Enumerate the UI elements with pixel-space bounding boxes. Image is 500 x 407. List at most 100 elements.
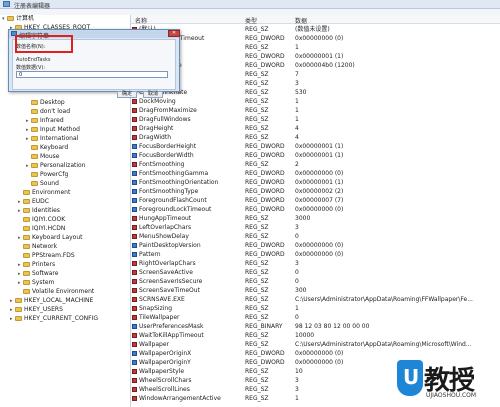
value-type-cell: REG_SZ <box>245 296 269 303</box>
value-type-cell: REG_SZ <box>245 98 269 105</box>
tree-item[interactable]: ▸ International <box>26 135 78 143</box>
value-row[interactable]: ActiveWndTrkTimeoutREG_DWORD0x00000000 (… <box>131 34 500 43</box>
tree-item[interactable]: IQIYI.HCDN <box>18 225 65 233</box>
value-row[interactable]: HungAppTimeout REG_SZ 3000 <box>131 214 500 223</box>
value-type-cell: REG_DWORD <box>245 62 285 69</box>
tree-item-label: Desktop <box>40 99 65 106</box>
tree-item[interactable]: Sound <box>26 180 59 188</box>
value-row[interactable]: FontSmoothingOrientation REG_DWORD 0x00000… <box>131 178 500 187</box>
value-name-cell: ScreenSaveTimeOut <box>132 286 244 295</box>
tree-item-label: System <box>32 279 55 286</box>
value-row[interactable]: FontSmoothingType REG_DWORD 0x00000002 (2) <box>131 187 500 196</box>
tree-item[interactable]: ▸ HKEY_USERS <box>10 306 63 314</box>
value-row[interactable]: LeftOverlapChars REG_SZ 3 <box>131 223 500 232</box>
value-type-cell: REG_SZ <box>245 233 269 240</box>
value-name-text: WallpaperOriginX <box>139 350 192 357</box>
value-row[interactable]: DragFromMaximize REG_SZ 1 <box>131 106 500 115</box>
value-name-cell: RightOverlapChars <box>132 259 244 268</box>
binary-value-icon <box>132 171 137 176</box>
tree-item[interactable]: ▸ System <box>18 279 54 287</box>
tree-item[interactable]: Network <box>18 243 57 251</box>
tree-item[interactable]: ▸ Printers <box>18 261 55 269</box>
value-row[interactable]: DragHeight REG_SZ 4 <box>131 124 500 133</box>
value-row[interactable]: UserPreferencesMask REG_BINARY 98 12 03 80… <box>131 322 500 331</box>
string-value-icon <box>132 108 137 113</box>
folder-icon <box>31 118 38 123</box>
value-row[interactable]: WallpaperOriginX REG_DWORD 0x00000000 (0) <box>131 349 500 358</box>
value-name-text: DragFromMaximize <box>139 107 197 114</box>
tree-item[interactable]: PowerCfg <box>26 171 68 179</box>
tree-item[interactable]: ▸ HKEY_CURRENT_CONFIG <box>10 315 98 323</box>
tree-item[interactable]: ▸ Input Method <box>26 126 80 134</box>
value-name-cell: FocusBorderHeight <box>132 142 244 151</box>
value-row[interactable]: REG_SZ 7 <box>131 70 500 79</box>
value-row[interactable]: MenuShowDelay REG_SZ 0 <box>131 232 500 241</box>
tree-item[interactable]: ▾ 计算机 <box>2 15 34 23</box>
value-data-cell: 2 <box>295 161 299 168</box>
tree-item[interactable]: Volatile Environment <box>18 288 94 296</box>
value-row[interactable]: DragWidth REG_SZ 4 <box>131 133 500 142</box>
value-name-cell: WindowArrangementActive <box>132 394 244 403</box>
ok-button[interactable]: 确定 <box>117 91 137 98</box>
tree-item-label: HKEY_CURRENT_CONFIG <box>24 315 99 322</box>
column-header-type[interactable]: 类型 <box>245 16 257 25</box>
value-data-cell: 4 <box>295 134 299 141</box>
tree-item[interactable]: ▸ Keyboard Layout <box>18 234 83 242</box>
value-row[interactable]: FontSmoothingGamma REG_DWORD 0x00000000 (0… <box>131 169 500 178</box>
value-row[interactable]: SnapSizing REG_SZ 1 <box>131 304 500 313</box>
value-row[interactable]: DragFullWindows REG_SZ 1 <box>131 115 500 124</box>
string-value-icon <box>132 396 137 401</box>
value-name-cell: Wallpaper <box>132 340 244 349</box>
value-row[interactable]: ScreenSaveActive REG_SZ 0 <box>131 268 500 277</box>
cancel-button[interactable]: 取消 <box>143 91 163 98</box>
tree-item[interactable]: Environment <box>18 189 70 197</box>
folder-icon <box>31 100 38 105</box>
tree-item[interactable]: Desktop <box>26 99 65 107</box>
value-row[interactable]: RightOverlapChars REG_SZ 3 <box>131 259 500 268</box>
value-data-input[interactable]: 0 <box>16 71 168 78</box>
value-row[interactable]: ScreenSaverIsSecure REG_SZ 0 <box>131 277 500 286</box>
tree-item[interactable]: PPStream.FDS <box>18 252 75 260</box>
value-row[interactable]: SCRNSAVE.EXE REG_SZ C:\Users\Administrator… <box>131 295 500 304</box>
folder-icon <box>23 217 30 222</box>
value-row[interactable]: FocusBorderWidth REG_DWORD 0x00000001 (1) <box>131 151 500 160</box>
close-button[interactable]: ✕ <box>168 30 180 37</box>
value-row[interactable]: Wallpaper REG_SZ C:\Users\Administrator\Ap… <box>131 340 500 349</box>
value-name-text: TileWallpaper <box>139 314 180 321</box>
value-name-text: PaintDesktopVersion <box>139 242 201 249</box>
value-row[interactable]: REG_SZ 3 <box>131 79 500 88</box>
column-header-name[interactable]: 名称 <box>135 16 147 25</box>
value-row[interactable]: ClickLockTimeREG_DWORD0x000004b0 (1200) <box>131 61 500 70</box>
value-name-cell: SCRNSAVE.EXE <box>132 295 244 304</box>
value-row[interactable]: CursorBlinkRate REG_SZ 530 <box>131 88 500 97</box>
tree-item[interactable]: IQIYI.COOK <box>18 216 65 224</box>
tree-item[interactable]: ▸ Identities <box>18 207 60 215</box>
value-row[interactable]: CaretWidthREG_DWORD0x00000001 (1) <box>131 52 500 61</box>
value-row[interactable]: FontSmoothing REG_SZ 2 <box>131 160 500 169</box>
tree-item[interactable]: ▸ Infrared <box>26 117 64 125</box>
tree-item[interactable]: ▸ Personalization <box>26 162 86 170</box>
value-row[interactable]: ForegroundFlashCount REG_DWORD 0x00000007 … <box>131 196 500 205</box>
tree-item[interactable]: ▸ EUDC <box>18 198 49 206</box>
tree-item[interactable]: don't load <box>26 108 70 116</box>
value-row[interactable]: ForegroundLockTimeout REG_DWORD 0x00000000… <box>131 205 500 214</box>
value-row[interactable]: PaintDesktopVersion REG_DWORD 0x00000000 (… <box>131 241 500 250</box>
value-row[interactable]: WaitToKillAppTimeout REG_SZ 10000 <box>131 331 500 340</box>
value-name-cell: DragHeight <box>132 124 244 133</box>
column-header-data[interactable]: 数据 <box>295 16 307 25</box>
value-row[interactable]: DockMoving REG_SZ 1 <box>131 97 500 106</box>
tree-item[interactable]: Keyboard <box>26 144 68 152</box>
value-row[interactable]: TileWallpaper REG_SZ 0 <box>131 313 500 322</box>
value-row[interactable]: Pattern REG_DWORD 0x00000000 (0) <box>131 250 500 259</box>
tree-item[interactable]: ▸ HKEY_LOCAL_MACHINE <box>10 297 93 305</box>
value-row[interactable]: ScreenSaveTimeOut REG_SZ 300 <box>131 286 500 295</box>
tree-item[interactable]: Mouse <box>26 153 59 161</box>
folder-icon <box>23 262 30 267</box>
binary-value-icon <box>132 180 137 185</box>
value-name-text: WallpaperOriginY <box>139 359 191 366</box>
value-row[interactable]: FocusBorderHeight REG_DWORD 0x00000001 (1) <box>131 142 500 151</box>
string-value-icon <box>132 270 137 275</box>
tree-item[interactable]: ▸ Software <box>18 270 58 278</box>
value-row[interactable]: REG_SZ 1 <box>131 43 500 52</box>
value-row[interactable]: (默认)REG_SZ(数值未设置) <box>131 25 500 34</box>
